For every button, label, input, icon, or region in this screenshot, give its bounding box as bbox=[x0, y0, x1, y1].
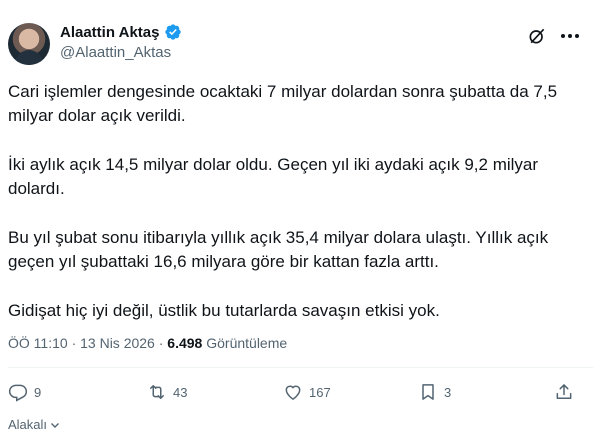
like-button[interactable]: 167 bbox=[283, 382, 331, 402]
chevron-down-icon bbox=[51, 422, 60, 428]
tweet-meta: ÖÖ 11:10 · 13 Nis 2026 · 6.498 Görüntüle… bbox=[8, 335, 287, 351]
tweet-time[interactable]: ÖÖ 11:10 bbox=[8, 335, 68, 351]
divider bbox=[8, 367, 593, 368]
views-label: Görüntüleme bbox=[206, 335, 288, 351]
bookmark-icon bbox=[422, 384, 434, 400]
avatar[interactable] bbox=[8, 23, 50, 65]
verified-badge-icon bbox=[165, 24, 182, 40]
author-name-row: Alaattin Aktaş bbox=[60, 23, 182, 41]
tweet-text: Cari işlemler dengesinde ocaktaki 7 mily… bbox=[8, 80, 593, 348]
related-toggle[interactable]: Alakalı bbox=[8, 417, 61, 432]
repost-button[interactable]: 43 bbox=[147, 382, 187, 402]
tweet-date[interactable]: 13 Nis 2026 bbox=[80, 335, 155, 351]
reply-icon bbox=[8, 384, 28, 402]
share-icon bbox=[556, 384, 572, 399]
author-handle[interactable]: @Alaattin_Aktas bbox=[60, 44, 171, 61]
tweet-paragraph: Bu yıl şubat sonu itibarıyla yıllık açık… bbox=[8, 228, 549, 271]
views-count: 6.498 bbox=[167, 335, 203, 351]
meta-separator: · bbox=[71, 335, 77, 351]
reply-button[interactable]: 9 bbox=[8, 382, 41, 402]
author-display-name[interactable]: Alaattin Aktaş bbox=[60, 24, 159, 41]
more-icon[interactable] bbox=[558, 26, 582, 46]
tweet-paragraph: Cari işlemler dengesinde ocaktaki 7 mily… bbox=[8, 82, 558, 125]
bookmark-button[interactable]: 3 bbox=[418, 382, 451, 402]
like-count: 167 bbox=[309, 384, 331, 400]
meta-separator: · bbox=[158, 335, 164, 351]
action-bar: 9 43 167 3 bbox=[8, 382, 593, 408]
reply-count: 9 bbox=[34, 384, 42, 400]
bookmark-count: 3 bbox=[444, 384, 452, 400]
related-label: Alakalı bbox=[8, 417, 48, 432]
tweet-paragraph: Gidişat hiç iyi değil, üstlik bu tutarla… bbox=[8, 301, 440, 320]
repost-count: 43 bbox=[173, 384, 188, 400]
repost-icon bbox=[150, 385, 164, 399]
share-button[interactable] bbox=[554, 382, 574, 402]
tweet-paragraph: İki aylık açık 14,5 milyar dolar oldu. G… bbox=[8, 155, 539, 198]
grok-icon[interactable] bbox=[527, 26, 547, 46]
like-icon bbox=[285, 385, 301, 400]
